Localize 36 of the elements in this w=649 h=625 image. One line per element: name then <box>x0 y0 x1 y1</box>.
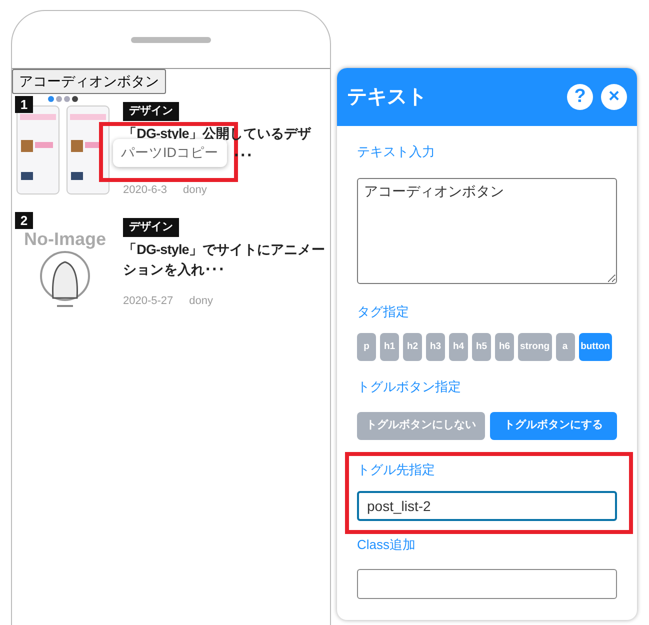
tag-button[interactable]: h2 <box>403 333 422 361</box>
panel-title: テキスト <box>347 85 428 110</box>
class-field[interactable] <box>357 568 617 598</box>
post-author: dony <box>189 294 214 310</box>
post-date: 2020-5-27 <box>123 294 174 310</box>
tag-button[interactable]: h6 <box>495 333 514 361</box>
tooltip: パーツIDコピー <box>113 139 226 168</box>
field-label: タグ指定 <box>357 302 410 320</box>
tag-button[interactable]: button <box>578 333 612 361</box>
rank-badge: 1 <box>15 96 33 113</box>
tag-button[interactable]: a <box>556 333 575 361</box>
tag-button[interactable]: h5 <box>472 333 491 361</box>
title-ellipsis: ･･･ <box>233 146 253 165</box>
field-label: テキスト入力 <box>357 143 436 161</box>
text-input[interactable]: アコーディオンボタン <box>357 178 617 284</box>
tag-button[interactable]: h3 <box>426 333 445 361</box>
accordion-button[interactable]: アコーディオンボタン <box>12 69 166 94</box>
rank-badge: 2 <box>15 212 33 230</box>
tag-button[interactable]: h4 <box>449 333 468 361</box>
post-author: dony <box>183 182 207 198</box>
field-label: トグルボタン指定 <box>357 378 462 396</box>
post-title[interactable]: 「DG-style」でサイトにアニメーションを入れ･･･ <box>123 240 329 280</box>
tag-button[interactable]: strong <box>518 333 552 361</box>
category-tag[interactable]: デザイン <box>123 102 179 120</box>
toggle-option-button[interactable]: トグルボタンにしない <box>357 412 484 440</box>
tag-button[interactable]: h1 <box>380 333 399 361</box>
toggle-option-button[interactable]: トグルボタンにする <box>490 412 617 440</box>
field-label: トグル先指定 <box>357 460 436 478</box>
toggle-target-field[interactable]: post_list-2 <box>357 491 617 521</box>
post-date: 2020-6-3 <box>123 182 168 198</box>
close-button[interactable]: × <box>601 84 627 110</box>
category-tag[interactable]: デザイン <box>123 218 179 237</box>
field-label: Class追加 <box>357 536 417 554</box>
tag-button[interactable]: p <box>357 333 376 361</box>
help-button[interactable]: ? <box>567 84 593 110</box>
no-image-label: No-Image <box>24 230 106 248</box>
